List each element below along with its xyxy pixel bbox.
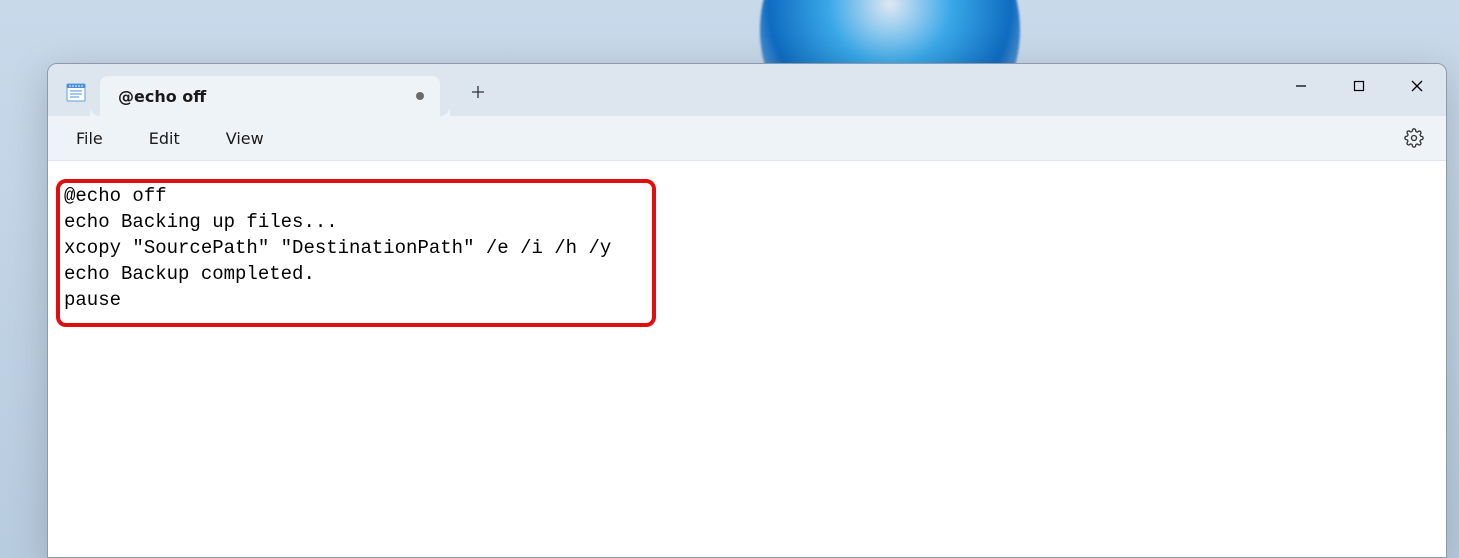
notepad-app-icon [64, 80, 88, 104]
menu-view[interactable]: View [212, 123, 278, 154]
unsaved-indicator-icon [416, 92, 424, 100]
new-tab-button[interactable] [458, 72, 498, 112]
editor-area: @echo off echo Backing up files... xcopy… [48, 161, 1446, 557]
settings-button[interactable] [1396, 120, 1432, 156]
maximize-button[interactable] [1330, 64, 1388, 108]
window-controls [1272, 64, 1446, 108]
titlebar[interactable]: @echo off [48, 64, 1446, 116]
notepad-window: @echo off File [47, 63, 1447, 558]
menu-edit[interactable]: Edit [135, 123, 194, 154]
close-button[interactable] [1388, 64, 1446, 108]
menubar: File Edit View [48, 116, 1446, 161]
minimize-button[interactable] [1272, 64, 1330, 108]
tab-title: @echo off [118, 87, 408, 106]
document-tab[interactable]: @echo off [100, 76, 440, 116]
menu-file[interactable]: File [62, 123, 117, 154]
text-editor[interactable]: @echo off echo Backing up files... xcopy… [54, 175, 1440, 321]
